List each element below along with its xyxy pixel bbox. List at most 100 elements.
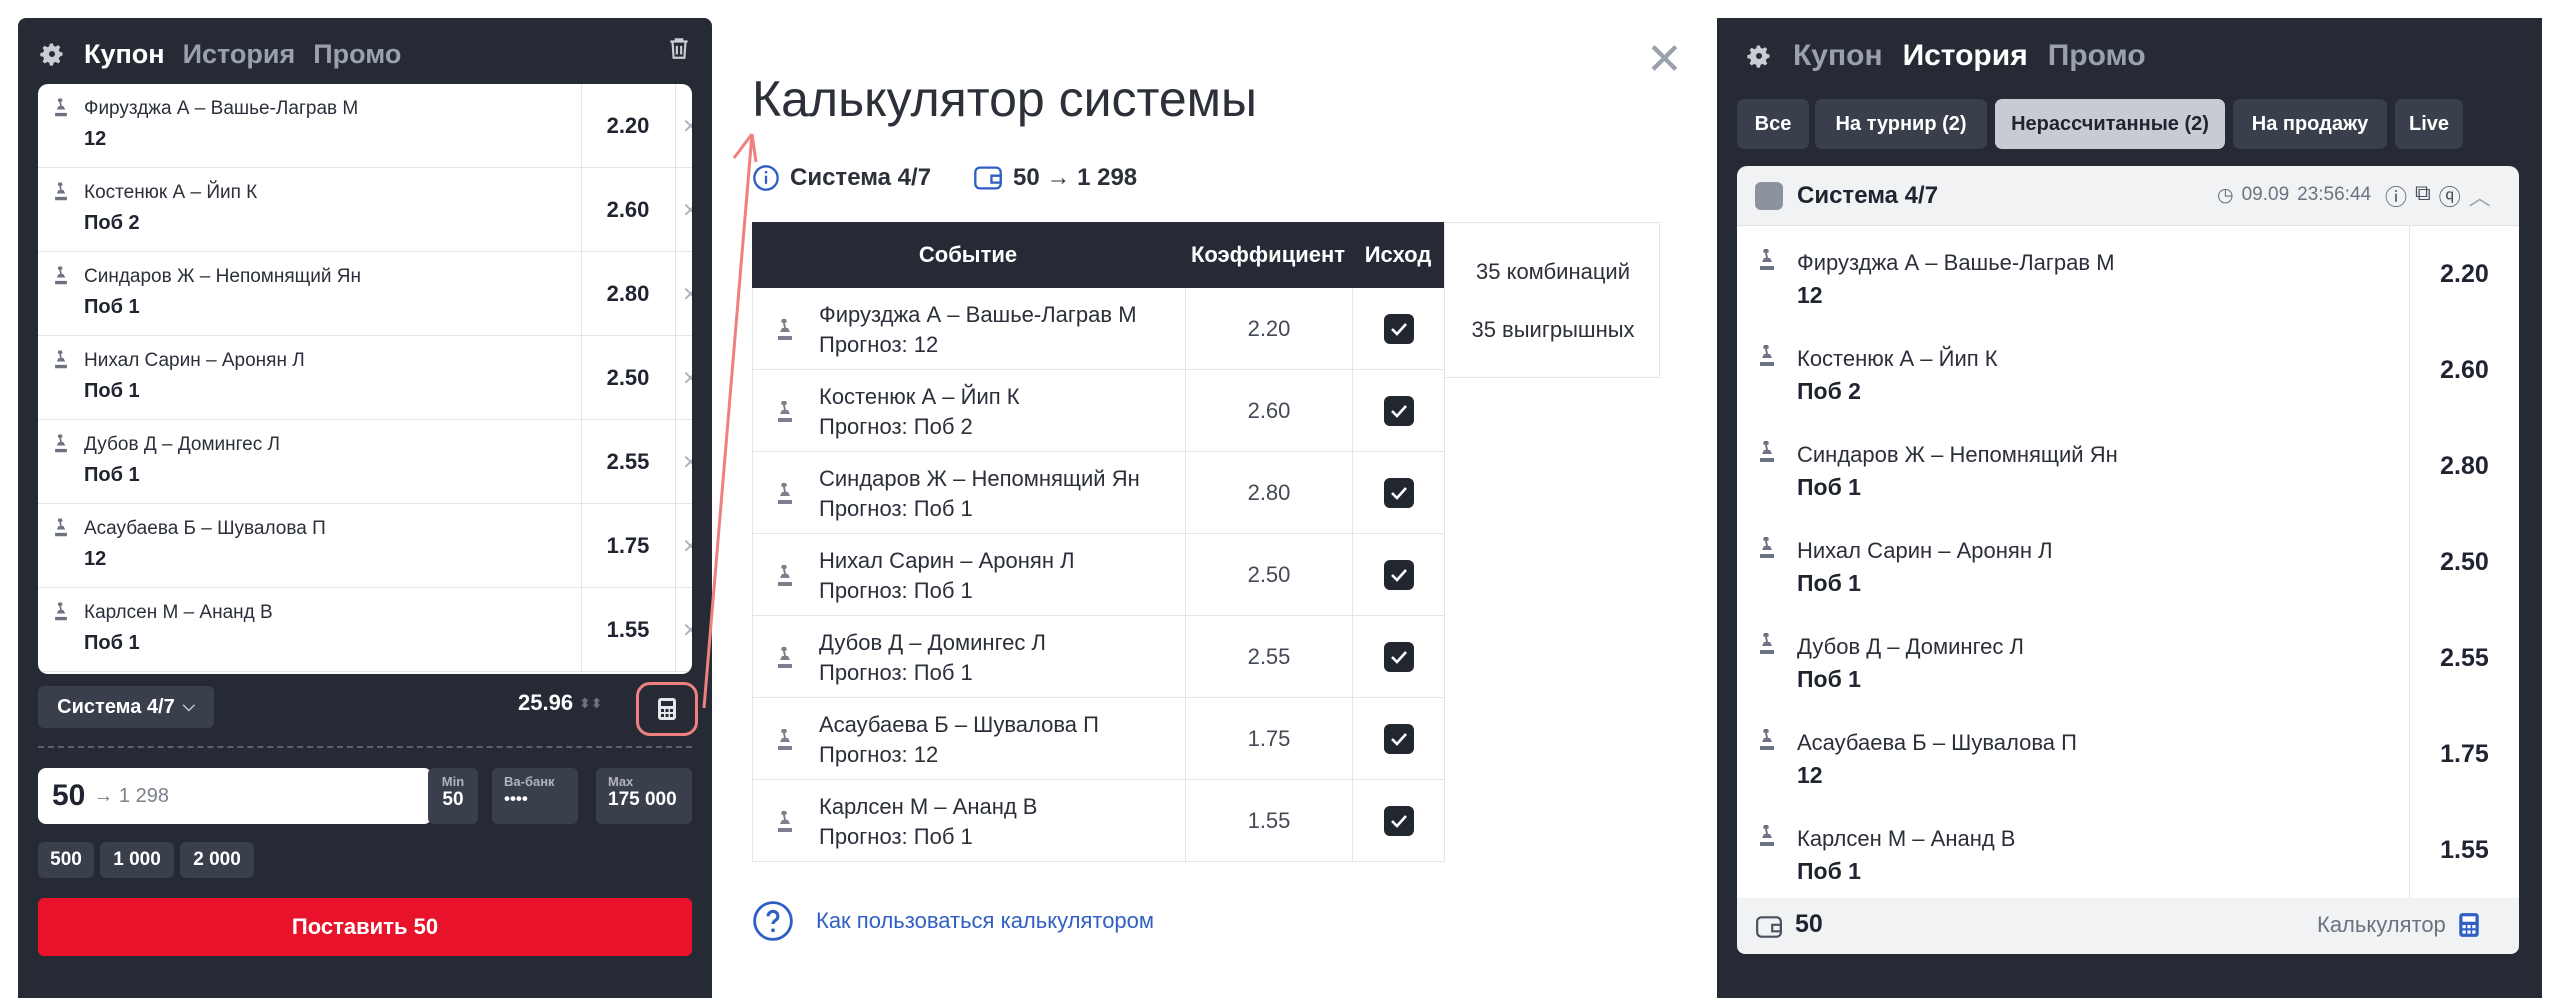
remove-event-icon[interactable]: ✕ xyxy=(675,252,692,336)
calc-stake-info: 50 → 1 298 xyxy=(1013,164,1138,191)
event-coef: 2.80 xyxy=(581,252,674,336)
bet-event-outcome: Поб 1 xyxy=(1797,474,1861,500)
chess-piece-icon xyxy=(55,350,67,369)
outcome-checkbox[interactable] xyxy=(1353,288,1445,370)
filter-for-sale[interactable]: На продажу xyxy=(2233,99,2387,149)
help-link[interactable]: Как пользоваться калькулятором xyxy=(816,908,1154,934)
copy-icon[interactable]: ⧉ xyxy=(2415,180,2431,212)
remove-event-icon[interactable]: ✕ xyxy=(675,420,692,504)
remove-event-icon[interactable]: ✕ xyxy=(675,84,692,168)
header-event: Событие xyxy=(918,242,1018,267)
bet-card-header: Система 4/7 ◷ 09.09 23:56:44 ⓘ ⧉ ⓠ ︿ xyxy=(1737,166,2519,226)
info-icon[interactable]: ⓘ xyxy=(2385,180,2407,212)
min-value: 50 xyxy=(442,789,464,810)
quick-stake-1000[interactable]: 1 000 xyxy=(100,842,174,878)
min-button[interactable]: Min 50 xyxy=(428,768,478,824)
help-icon[interactable]: ⓠ xyxy=(2439,180,2461,212)
coupon-event-row: Карлсен М – Ананд В Поб 1 1.55 ✕ xyxy=(38,588,692,672)
tab-coupon[interactable]: Купон xyxy=(84,39,165,70)
settings-gear-icon[interactable] xyxy=(38,40,66,68)
bet-card-footer: 50 Калькулятор xyxy=(1737,898,2519,954)
calc-table-row: Асаубаева Б – Шувалова П Прогноз: 12 1.75 xyxy=(752,698,1445,780)
calc-coef: 2.80 xyxy=(1185,452,1353,534)
chess-piece-icon xyxy=(55,602,67,621)
bet-event-name: Костенюк А – Йип К xyxy=(1797,346,1998,371)
calc-table-row: Фирузджа А – Вашье-Лаграв М Прогноз: 12 2.… xyxy=(752,288,1445,370)
calc-table-row: Нихал Сарин – Аронян Л Прогноз: Поб 1 2.50 xyxy=(752,534,1445,616)
outcome-checkbox[interactable] xyxy=(1353,698,1445,780)
event-name: Карлсен М – Ананд В xyxy=(84,602,273,623)
quick-stake-2000[interactable]: 2 000 xyxy=(180,842,254,878)
bet-event-outcome: 12 xyxy=(1797,762,1823,788)
stake-input[interactable]: 50 → 1 298 xyxy=(38,768,432,824)
settings-gear-icon[interactable] xyxy=(1745,42,1773,70)
tab-history[interactable]: История xyxy=(183,39,296,70)
header-coef: Коэффициент xyxy=(1190,242,1346,267)
prognoz-value: Поб 1 xyxy=(913,496,973,521)
bet-event-row: Нихал Сарин – Аронян Л Поб 1 2.50 xyxy=(1737,514,2519,611)
trash-icon[interactable] xyxy=(666,34,692,62)
tab-promo[interactable]: Промо xyxy=(2048,39,2146,73)
chevron-up-icon[interactable]: ︿ xyxy=(2469,180,2491,212)
info-icon[interactable] xyxy=(752,164,780,192)
bet-event-row: Фирузджа А – Вашье-Лаграв М 12 2.20 xyxy=(1737,226,2519,323)
coupon-panel: Купон История Промо Фирузджа А – Вашье-Л… xyxy=(18,18,712,998)
vabank-button[interactable]: Ва-банк •••• xyxy=(492,768,578,824)
outcome-checkbox[interactable] xyxy=(1353,780,1445,862)
outcome-checkbox[interactable] xyxy=(1353,452,1445,534)
place-bet-button[interactable]: Поставить 50 xyxy=(38,898,692,956)
tab-promo[interactable]: Промо xyxy=(313,39,401,70)
remove-event-icon[interactable]: ✕ xyxy=(675,504,692,588)
chess-piece-icon xyxy=(55,182,67,201)
bet-event-outcome: Поб 1 xyxy=(1797,570,1861,596)
bet-actions: ⓘ ⧉ ⓠ ︿ xyxy=(2385,180,2491,212)
stepper-arrows-icon[interactable]: ⬍⬍ xyxy=(579,696,602,710)
bet-event-outcome: Поб 1 xyxy=(1797,858,1861,884)
bet-date: 09.09 xyxy=(2241,184,2290,205)
max-button[interactable]: Max 175 000 xyxy=(596,768,692,824)
chess-piece-icon xyxy=(778,811,792,832)
filter-tournament[interactable]: На турнир (2) xyxy=(1815,99,1987,149)
calc-prognoz: Прогноз: Поб 1 xyxy=(819,824,973,850)
calc-prognoz: Прогноз: 12 xyxy=(819,742,938,768)
calc-table-body: Фирузджа А – Вашье-Лаграв М Прогноз: 12 2.… xyxy=(752,288,1445,862)
tab-coupon[interactable]: Купон xyxy=(1793,39,1883,73)
calc-table-row: Костенюк А – Йип К Прогноз: Поб 2 2.60 xyxy=(752,370,1445,452)
calculator-button[interactable] xyxy=(636,682,698,736)
max-label: Max xyxy=(608,774,634,789)
outcome-checkbox[interactable] xyxy=(1353,370,1445,452)
vabank-label: Ва-банк xyxy=(504,774,555,789)
prognoz-prefix: Прогноз: xyxy=(819,496,914,521)
calc-help[interactable]: Как пользоваться калькулятором xyxy=(752,900,1154,942)
calc-summary: 35 комбинаций 35 выигрышных xyxy=(1444,222,1660,378)
filter-live[interactable]: Live xyxy=(2395,99,2463,149)
clock-badge-icon xyxy=(1755,182,1783,210)
remove-event-icon[interactable]: ✕ xyxy=(675,168,692,252)
checkmark-icon xyxy=(1383,478,1414,508)
remove-event-icon[interactable]: ✕ xyxy=(675,588,692,672)
coupon-event-row: Нихал Сарин – Аронян Л Поб 1 2.50 ✕ xyxy=(38,336,692,420)
total-coef: 25.96 ⬍⬍ xyxy=(518,690,603,716)
outcome-checkbox[interactable] xyxy=(1353,616,1445,698)
close-icon[interactable]: ✕ xyxy=(1646,38,1683,82)
calc-system-label: Система 4/7 xyxy=(790,164,932,191)
quick-stake-500[interactable]: 500 xyxy=(38,842,94,878)
annotation-arrow-icon xyxy=(702,133,758,709)
chess-piece-icon xyxy=(1760,345,1774,366)
coupon-event-row: Дубов Д – Домингес Л Поб 1 2.55 ✕ xyxy=(38,420,692,504)
system-select-label: Система 4/7 xyxy=(57,695,175,718)
open-calculator-link[interactable]: Калькулятор xyxy=(2317,912,2480,938)
remove-event-icon[interactable]: ✕ xyxy=(675,336,692,420)
outcome-checkbox[interactable] xyxy=(1353,534,1445,616)
wallet-icon xyxy=(974,166,1002,190)
coupon-event-row: Костенюк А – Йип К Поб 2 2.60 ✕ xyxy=(38,168,692,252)
bet-event-name: Фирузджа А – Вашье-Лаграв М xyxy=(1797,250,2115,275)
filter-unsettled[interactable]: Нерассчитанные (2) xyxy=(1995,99,2225,149)
event-name: Синдаров Ж – Непомнящий Ян xyxy=(84,266,361,287)
filter-all[interactable]: Все xyxy=(1737,99,1809,149)
stake-value: 50 xyxy=(52,779,86,812)
system-select[interactable]: Система 4/7 ⌵ xyxy=(38,686,214,728)
tab-history[interactable]: История xyxy=(1903,39,2028,73)
event-coef: 2.50 xyxy=(581,336,674,420)
help-icon xyxy=(753,901,793,941)
